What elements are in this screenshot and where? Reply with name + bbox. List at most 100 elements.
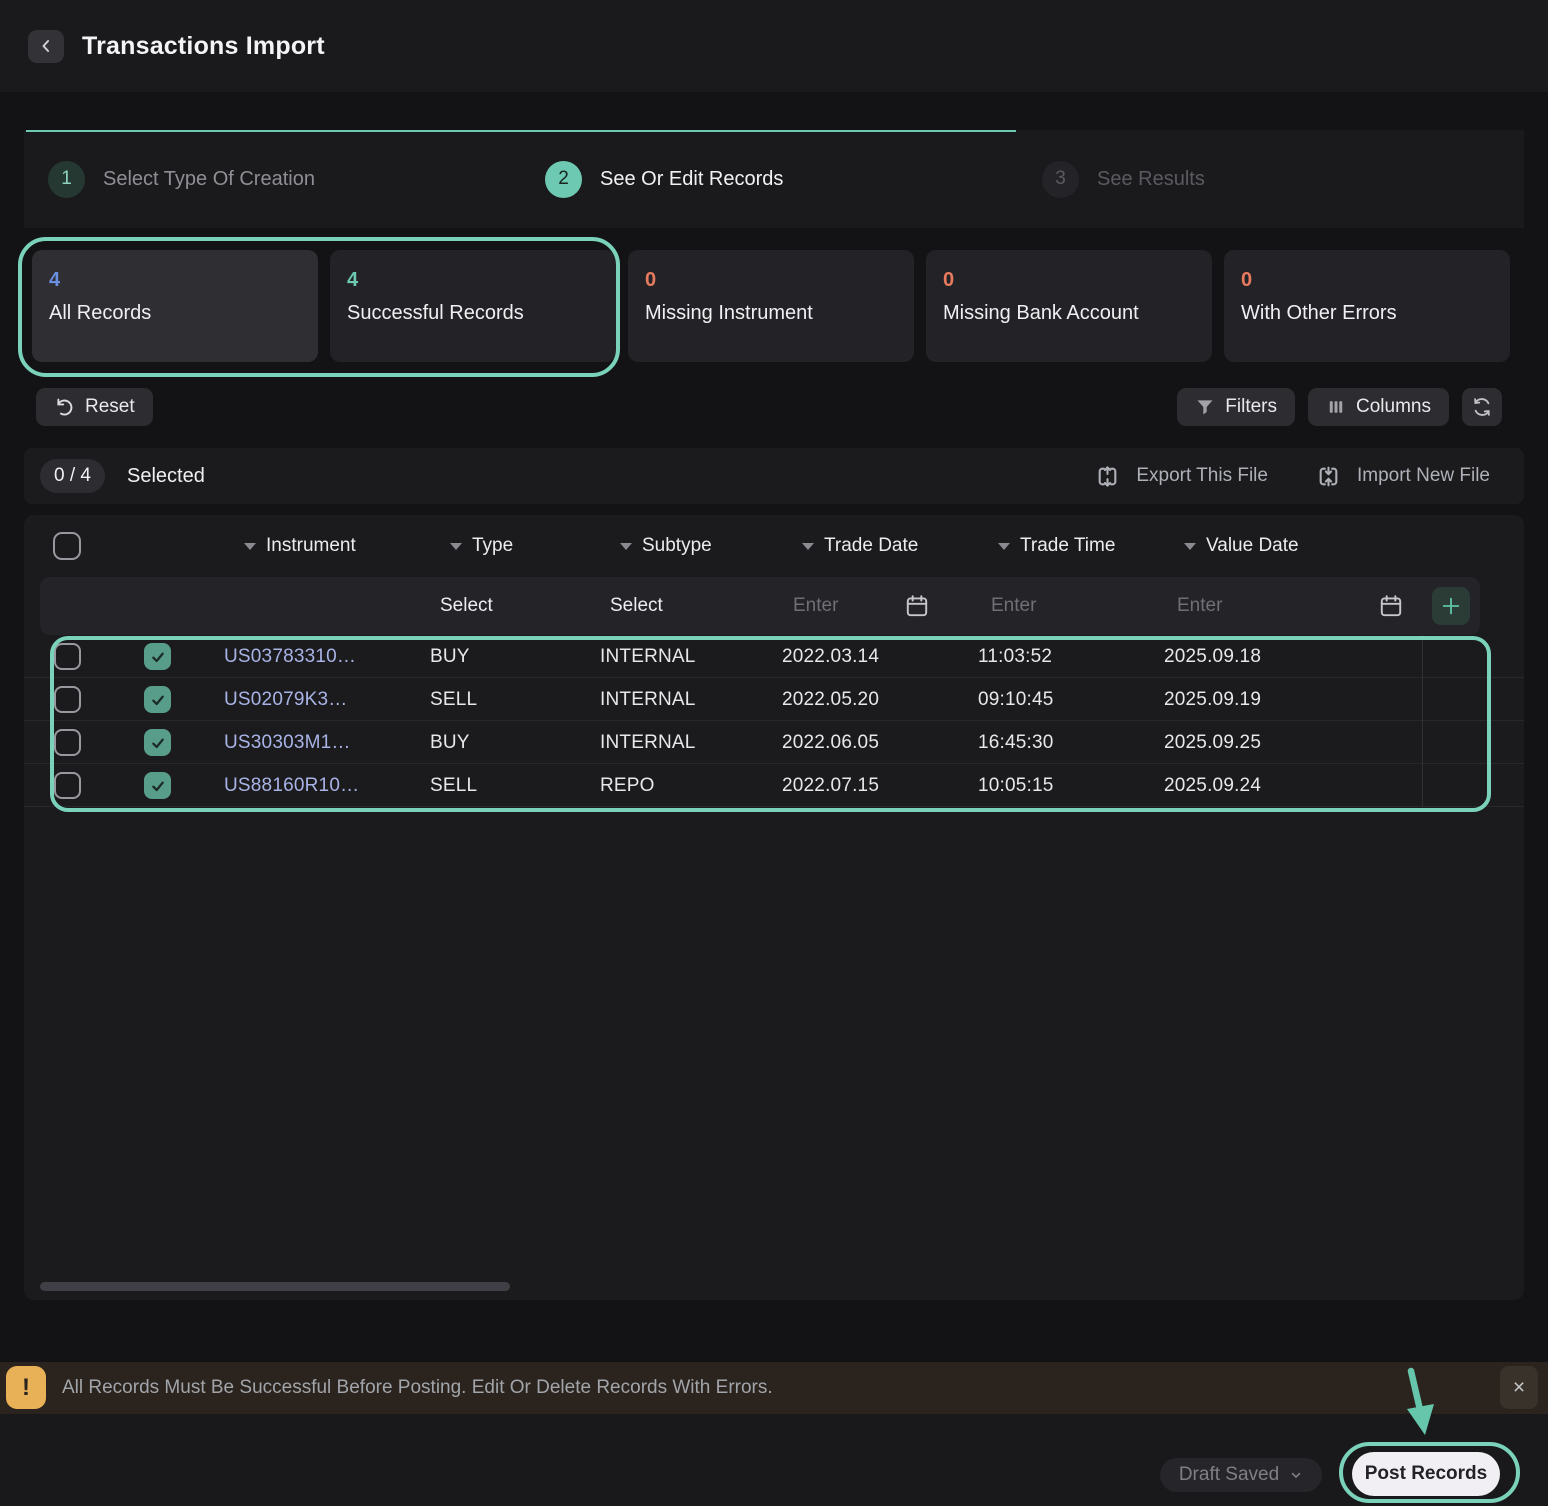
table-row: US02079K3… SELL INTERNAL 2022.05.20 09:1… — [24, 678, 1524, 721]
refresh-button[interactable] — [1462, 388, 1502, 426]
successful-records-count: 4 — [347, 269, 599, 292]
columns-button[interactable]: Columns — [1308, 388, 1449, 426]
records-table: Instrument Type Subtype Trade Date Trade… — [24, 515, 1524, 1300]
missing-instrument-label: Missing Instrument — [645, 302, 897, 325]
column-header-subtype[interactable]: Subtype — [600, 535, 782, 557]
type-cell: BUY — [430, 732, 600, 754]
trade-time-header-label: Trade Time — [1020, 535, 1115, 557]
selected-label: Selected — [127, 465, 205, 488]
value-date-cell: 2025.09.24 — [1164, 775, 1362, 797]
step-3-label: See Results — [1097, 168, 1205, 191]
horizontal-scrollbar-thumb[interactable] — [40, 1282, 510, 1291]
subtype-cell: INTERNAL — [600, 732, 782, 754]
selection-bar: 0 / 4 Selected Export This File Import N… — [24, 448, 1524, 504]
step-see-results[interactable]: 3 See Results — [1042, 130, 1205, 228]
chevron-down-icon — [1289, 1468, 1303, 1482]
select-all-cell — [24, 532, 110, 560]
instrument-link[interactable]: US30303M1… — [224, 732, 430, 754]
instrument-link[interactable]: US03783310… — [224, 646, 430, 668]
value-date-cell: 2025.09.18 — [1164, 646, 1362, 668]
missing-bank-account-count: 0 — [943, 269, 1195, 292]
selected-count-badge: 0 / 4 — [40, 459, 105, 493]
add-record-button[interactable] — [1432, 587, 1470, 625]
column-header-type[interactable]: Type — [430, 535, 600, 557]
check-icon — [150, 649, 166, 665]
filters-button[interactable]: Filters — [1177, 388, 1295, 426]
sort-arrow-icon — [244, 543, 256, 550]
step-3-circle: 3 — [1042, 161, 1079, 198]
filters-label: Filters — [1225, 396, 1277, 418]
card-successful-records[interactable]: 4 Successful Records — [330, 250, 616, 362]
draft-saved-button[interactable]: Draft Saved — [1160, 1458, 1322, 1492]
columns-label: Columns — [1356, 396, 1431, 418]
row-status-checkbox[interactable] — [144, 686, 171, 713]
column-header-trade-date[interactable]: Trade Date — [782, 535, 978, 557]
export-this-file-button[interactable]: Export This File — [1095, 464, 1268, 489]
reset-button[interactable]: Reset — [36, 388, 153, 426]
columns-icon — [1326, 397, 1346, 417]
table-row: US30303M1… BUY INTERNAL 2022.06.05 16:45… — [24, 721, 1524, 764]
trade-time-filter-input[interactable]: Enter — [991, 577, 1036, 635]
actions-cell — [1422, 764, 1524, 807]
subtype-filter-select[interactable]: Select — [610, 577, 663, 635]
file-actions: Export This File Import New File — [1095, 464, 1490, 489]
transactions-import-screen: Transactions Import 1 Select Type Of Cre… — [0, 0, 1548, 1506]
missing-bank-account-label: Missing Bank Account — [943, 302, 1195, 325]
step-2-circle: 2 — [545, 161, 582, 198]
summary-cards: 4 All Records 4 Successful Records 0 Mis… — [32, 250, 1516, 362]
table-toolbar: Reset Filters Columns — [24, 388, 1524, 426]
column-header-trade-time[interactable]: Trade Time — [978, 535, 1164, 557]
warning-banner: ! All Records Must Be Successful Before … — [0, 1362, 1548, 1414]
check-icon — [150, 735, 166, 751]
card-with-other-errors[interactable]: 0 With Other Errors — [1224, 250, 1510, 362]
card-missing-instrument[interactable]: 0 Missing Instrument — [628, 250, 914, 362]
step-see-or-edit-records[interactable]: 2 See Or Edit Records — [545, 130, 783, 228]
row-status-checkbox[interactable] — [144, 729, 171, 756]
row-checkbox[interactable] — [54, 772, 81, 799]
reset-label: Reset — [85, 396, 135, 418]
banner-close-button[interactable]: × — [1500, 1366, 1538, 1409]
post-records-button[interactable]: Post Records — [1352, 1452, 1500, 1496]
type-filter-select[interactable]: Select — [440, 577, 493, 635]
value-date-cell: 2025.09.19 — [1164, 689, 1362, 711]
row-status-checkbox[interactable] — [144, 772, 171, 799]
trade-date-calendar-icon[interactable] — [904, 577, 930, 635]
row-checkbox[interactable] — [54, 686, 81, 713]
type-cell: BUY — [430, 646, 600, 668]
toolbar-right-group: Filters Columns — [1177, 388, 1502, 426]
card-all-records[interactable]: 4 All Records — [32, 250, 318, 362]
value-date-calendar-icon[interactable] — [1378, 577, 1404, 635]
row-checkbox[interactable] — [54, 643, 81, 670]
sort-arrow-icon — [1184, 543, 1196, 550]
value-date-cell: 2025.09.25 — [1164, 732, 1362, 754]
subtype-header-label: Subtype — [642, 535, 712, 557]
value-date-filter-input[interactable]: Enter — [1177, 577, 1222, 635]
column-header-value-date[interactable]: Value Date — [1164, 535, 1362, 557]
trade-time-cell: 11:03:52 — [978, 646, 1164, 668]
row-status-checkbox[interactable] — [144, 643, 171, 670]
table-row: US88160R10… SELL REPO 2022.07.15 10:05:1… — [24, 764, 1524, 807]
reset-icon — [54, 397, 75, 418]
export-this-file-label: Export This File — [1136, 465, 1268, 487]
instrument-link[interactable]: US88160R10… — [224, 775, 430, 797]
column-header-instrument[interactable]: Instrument — [224, 535, 430, 557]
actions-cell — [1422, 678, 1524, 721]
back-button[interactable] — [28, 30, 64, 63]
with-other-errors-label: With Other Errors — [1241, 302, 1493, 325]
import-new-file-label: Import New File — [1357, 465, 1490, 487]
trade-date-cell: 2022.05.20 — [782, 689, 978, 711]
select-all-checkbox[interactable] — [53, 532, 81, 560]
value-date-header-label: Value Date — [1206, 535, 1299, 557]
instrument-link[interactable]: US02079K3… — [224, 689, 430, 711]
step-select-type-of-creation[interactable]: 1 Select Type Of Creation — [48, 130, 315, 228]
trade-date-cell: 2022.03.14 — [782, 646, 978, 668]
instrument-header-label: Instrument — [266, 535, 356, 557]
row-checkbox[interactable] — [54, 729, 81, 756]
trade-time-cell: 16:45:30 — [978, 732, 1164, 754]
filter-funnel-icon — [1195, 397, 1215, 417]
card-missing-bank-account[interactable]: 0 Missing Bank Account — [926, 250, 1212, 362]
export-file-icon — [1095, 464, 1120, 489]
import-new-file-button[interactable]: Import New File — [1316, 464, 1490, 489]
draft-saved-label: Draft Saved — [1179, 1464, 1279, 1486]
trade-date-filter-input[interactable]: Enter — [793, 577, 838, 635]
